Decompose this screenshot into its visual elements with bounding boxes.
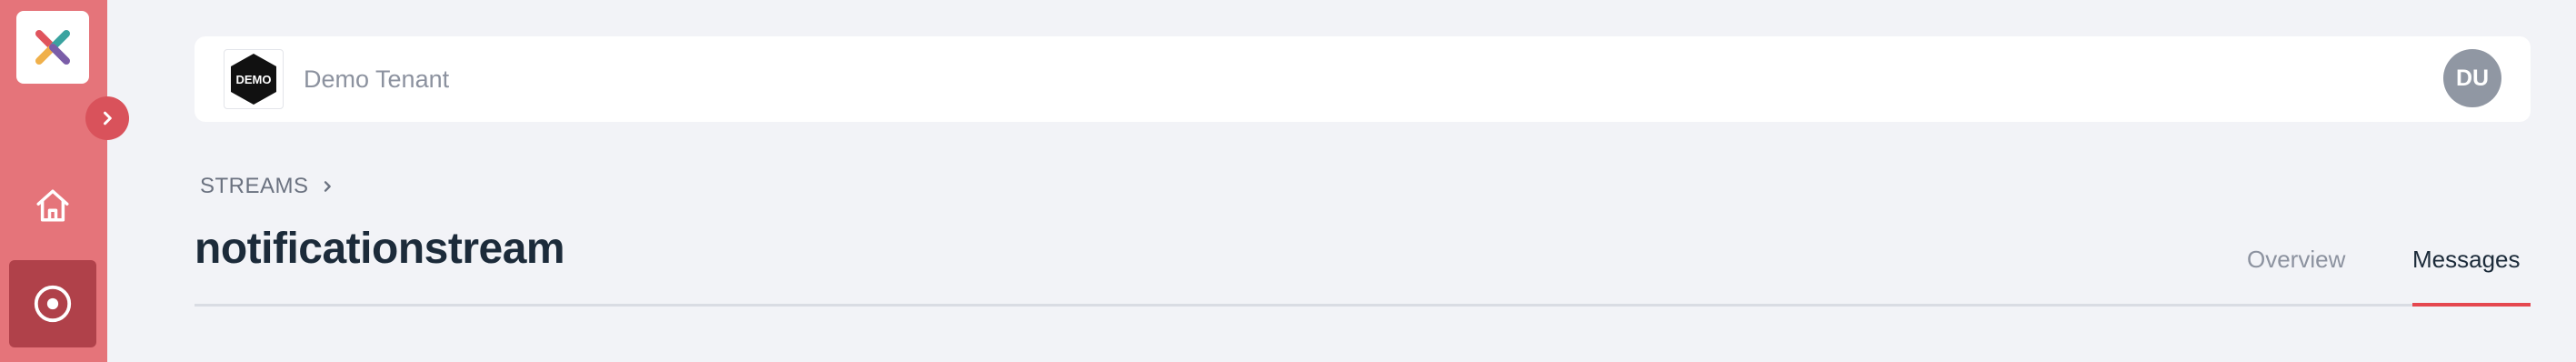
demo-badge-icon: DEMO	[231, 54, 276, 105]
sidebar-expand-button[interactable]	[85, 96, 129, 140]
tenant-name: Demo Tenant	[304, 65, 450, 93]
breadcrumb-streams[interactable]: STREAMS	[200, 173, 309, 200]
page-title: notificationstream	[195, 225, 565, 273]
sidebar-item-home[interactable]	[9, 162, 96, 249]
chevron-right-icon	[104, 111, 112, 126]
home-icon	[36, 189, 69, 222]
user-avatar[interactable]: DU	[2443, 49, 2501, 107]
breadcrumb: STREAMS	[200, 173, 334, 200]
active-tab-indicator	[2412, 303, 2531, 307]
x-logo-icon	[35, 30, 70, 65]
target-icon	[34, 285, 72, 323]
tab-messages[interactable]: Messages	[2412, 244, 2521, 275]
tenant-logo: DEMO	[224, 49, 284, 109]
chevron-right-icon	[320, 178, 334, 195]
sidebar	[0, 0, 107, 362]
tabs-divider	[195, 304, 2531, 307]
tab-overview[interactable]: Overview	[2247, 244, 2345, 275]
tenant-header: DEMO Demo Tenant DU	[195, 36, 2531, 122]
app-logo[interactable]	[16, 11, 89, 84]
tenant-logo-text: DEMO	[236, 73, 272, 86]
sidebar-item-streams[interactable]	[9, 260, 96, 347]
